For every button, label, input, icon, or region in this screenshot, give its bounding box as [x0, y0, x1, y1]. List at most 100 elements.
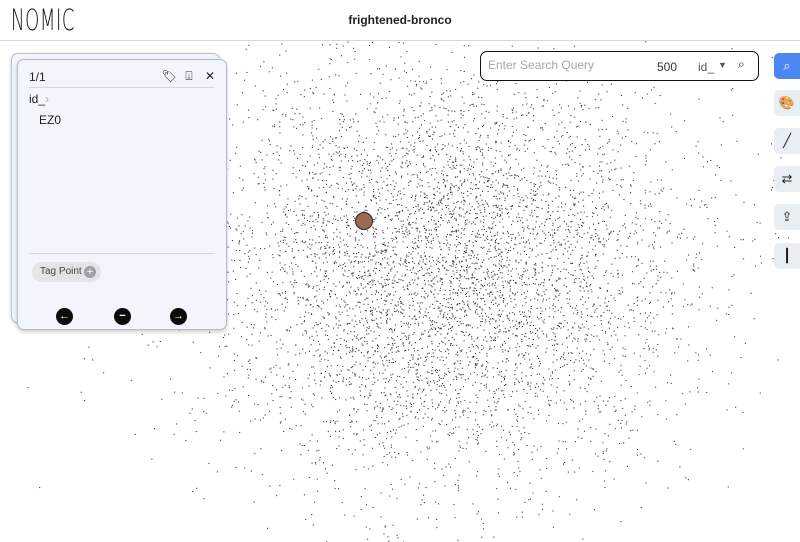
map-point[interactable] — [250, 420, 252, 422]
map-point[interactable] — [590, 315, 592, 317]
map-point[interactable] — [453, 212, 455, 214]
map-point[interactable] — [477, 360, 479, 362]
map-point[interactable] — [421, 88, 423, 90]
map-point[interactable] — [479, 181, 481, 183]
map-point[interactable] — [371, 279, 373, 281]
map-point[interactable] — [535, 221, 537, 223]
map-point[interactable] — [504, 379, 506, 381]
map-point[interactable] — [582, 304, 584, 306]
map-point[interactable] — [464, 179, 466, 181]
map-point[interactable] — [516, 475, 518, 477]
map-point[interactable] — [476, 232, 478, 234]
map-point[interactable] — [338, 244, 340, 246]
map-point[interactable] — [311, 127, 313, 129]
map-point[interactable] — [545, 201, 547, 203]
map-point[interactable] — [517, 213, 519, 215]
map-point[interactable] — [290, 118, 292, 120]
map-point[interactable] — [255, 299, 257, 301]
map-point[interactable] — [608, 321, 610, 323]
map-point[interactable] — [447, 242, 449, 244]
map-point[interactable] — [408, 182, 410, 184]
map-point[interactable] — [393, 294, 395, 296]
map-point[interactable] — [416, 440, 418, 442]
map-point[interactable] — [616, 249, 618, 251]
map-point[interactable] — [510, 301, 512, 303]
map-point[interactable] — [570, 332, 572, 334]
map-point[interactable] — [369, 59, 371, 61]
map-point[interactable] — [381, 97, 383, 99]
map-point[interactable] — [463, 287, 465, 289]
map-point[interactable] — [424, 314, 426, 316]
map-point[interactable] — [602, 206, 604, 208]
map-point[interactable] — [610, 162, 612, 164]
map-point[interactable] — [380, 322, 382, 324]
map-point[interactable] — [425, 293, 427, 295]
map-point[interactable] — [417, 183, 419, 185]
map-point[interactable] — [348, 369, 350, 371]
map-point[interactable] — [488, 111, 490, 113]
map-point[interactable] — [735, 406, 737, 408]
map-point[interactable] — [474, 290, 476, 292]
map-point[interactable] — [347, 369, 349, 371]
map-point[interactable] — [554, 91, 556, 93]
map-point[interactable] — [508, 190, 510, 192]
map-point[interactable] — [427, 448, 429, 450]
map-point[interactable] — [530, 307, 532, 309]
map-point[interactable] — [759, 222, 761, 224]
map-point[interactable] — [532, 338, 534, 340]
map-point[interactable] — [479, 209, 481, 211]
map-point[interactable] — [433, 294, 435, 296]
map-point[interactable] — [682, 283, 684, 285]
map-point[interactable] — [346, 203, 348, 205]
map-point[interactable] — [486, 271, 488, 273]
map-point[interactable] — [521, 377, 523, 379]
map-point[interactable] — [265, 376, 267, 378]
map-point[interactable] — [267, 302, 269, 304]
map-point[interactable] — [455, 426, 457, 428]
map-point[interactable] — [330, 290, 332, 292]
map-point[interactable] — [392, 232, 394, 234]
map-point[interactable] — [308, 172, 310, 174]
map-point[interactable] — [587, 276, 589, 278]
map-point[interactable] — [433, 207, 435, 209]
map-point[interactable] — [619, 185, 621, 187]
map-point[interactable] — [537, 386, 539, 388]
map-point[interactable] — [485, 231, 487, 233]
map-point[interactable] — [518, 175, 520, 177]
map-point[interactable] — [454, 217, 456, 219]
map-point[interactable] — [430, 327, 432, 329]
map-point[interactable] — [552, 147, 554, 149]
map-point[interactable] — [537, 254, 539, 256]
map-point[interactable] — [369, 528, 371, 530]
map-point[interactable] — [502, 390, 504, 392]
map-point[interactable] — [495, 195, 497, 197]
map-point[interactable] — [442, 178, 444, 180]
map-point[interactable] — [504, 378, 506, 380]
map-point[interactable] — [367, 352, 369, 354]
map-point[interactable] — [429, 274, 431, 276]
map-point[interactable] — [566, 298, 568, 300]
map-point[interactable] — [633, 283, 635, 285]
map-point[interactable] — [369, 169, 371, 171]
map-point[interactable] — [481, 229, 483, 231]
map-point[interactable] — [443, 385, 445, 387]
map-point[interactable] — [430, 174, 432, 176]
map-point[interactable] — [297, 232, 299, 234]
map-point[interactable] — [310, 254, 312, 256]
map-point[interactable] — [532, 344, 534, 346]
map-point[interactable] — [439, 328, 441, 330]
map-point[interactable] — [568, 137, 570, 139]
map-point[interactable] — [658, 334, 660, 336]
map-point[interactable] — [368, 269, 370, 271]
map-point[interactable] — [367, 169, 369, 171]
map-point[interactable] — [250, 287, 252, 289]
map-point[interactable] — [672, 327, 674, 329]
map-point[interactable] — [641, 416, 643, 418]
map-point[interactable] — [378, 130, 380, 132]
map-point[interactable] — [332, 464, 334, 466]
map-point[interactable] — [632, 429, 634, 431]
map-point[interactable] — [617, 233, 619, 235]
map-point[interactable] — [379, 156, 381, 158]
map-point[interactable] — [574, 246, 576, 248]
map-point[interactable] — [387, 344, 389, 346]
